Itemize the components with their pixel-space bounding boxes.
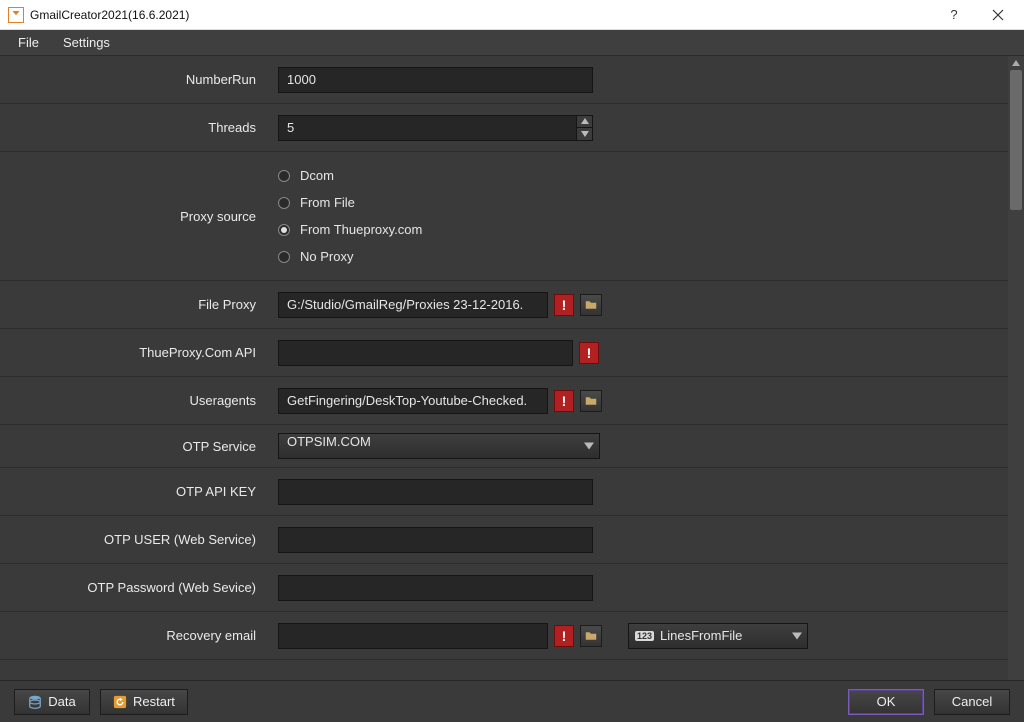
label-recovery-email: Recovery email bbox=[0, 628, 268, 643]
proxy-option-from-thueproxy[interactable]: From Thueproxy.com bbox=[278, 222, 608, 237]
row-file-proxy: File Proxy ! bbox=[0, 281, 1024, 329]
menubar: File Settings bbox=[0, 30, 1024, 56]
scroll-up-icon[interactable] bbox=[1008, 56, 1024, 70]
row-otp-service: OTP Service OTPSIM.COM bbox=[0, 425, 1024, 468]
folder-icon bbox=[585, 630, 597, 642]
row-proxy-source: Proxy source Dcom From File From Thuepro… bbox=[0, 152, 1024, 281]
close-icon bbox=[992, 9, 1004, 21]
proxy-option-no-proxy[interactable]: No Proxy bbox=[278, 249, 608, 264]
combo-label: LinesFromFile bbox=[660, 628, 742, 643]
row-otp-user: OTP USER (Web Service) bbox=[0, 516, 1024, 564]
row-recovery-email: Recovery email ! 123 LinesFromFile bbox=[0, 612, 1024, 660]
row-otp-password: OTP Password (Web Sevice) bbox=[0, 564, 1024, 612]
recovery-email-input[interactable] bbox=[278, 623, 548, 649]
useragents-browse-button[interactable] bbox=[580, 390, 602, 412]
threads-spin-down[interactable] bbox=[576, 128, 592, 140]
otp-service-select[interactable]: OTPSIM.COM bbox=[278, 433, 600, 459]
thueproxy-api-input[interactable] bbox=[278, 340, 573, 366]
chevron-down-icon bbox=[584, 439, 594, 454]
menu-file[interactable]: File bbox=[8, 33, 49, 52]
cancel-button-label: Cancel bbox=[952, 694, 992, 709]
data-button[interactable]: Data bbox=[14, 689, 90, 715]
file-proxy-browse-button[interactable] bbox=[580, 294, 602, 316]
warning-icon[interactable]: ! bbox=[554, 294, 574, 316]
help-button[interactable]: ? bbox=[932, 0, 976, 30]
radio-icon bbox=[278, 197, 290, 209]
recovery-email-browse-button[interactable] bbox=[580, 625, 602, 647]
file-proxy-input[interactable] bbox=[278, 292, 548, 318]
vertical-scrollbar[interactable] bbox=[1008, 56, 1024, 680]
number-run-input[interactable] bbox=[278, 67, 593, 93]
row-useragents: Useragents ! bbox=[0, 377, 1024, 425]
restart-icon bbox=[113, 695, 127, 709]
ok-button[interactable]: OK bbox=[848, 689, 924, 715]
otp-user-input[interactable] bbox=[278, 527, 593, 553]
restart-button[interactable]: Restart bbox=[100, 689, 188, 715]
row-thueproxy-api: ThueProxy.Com API ! bbox=[0, 329, 1024, 377]
label-threads: Threads bbox=[0, 120, 268, 135]
radio-icon bbox=[278, 224, 290, 236]
warning-icon[interactable]: ! bbox=[554, 390, 574, 412]
scroll-region: NumberRun Threads bbox=[0, 56, 1024, 680]
threads-spin-up[interactable] bbox=[576, 116, 592, 129]
chevron-down-icon bbox=[792, 628, 802, 643]
row-threads: Threads bbox=[0, 104, 1024, 152]
label-otp-service: OTP Service bbox=[0, 439, 268, 454]
otp-service-value: OTPSIM.COM bbox=[278, 433, 600, 459]
menu-settings[interactable]: Settings bbox=[53, 33, 120, 52]
folder-icon bbox=[585, 395, 597, 407]
scrollbar-thumb[interactable] bbox=[1010, 70, 1022, 210]
proxy-option-from-file[interactable]: From File bbox=[278, 195, 608, 210]
label-otp-api-key: OTP API KEY bbox=[0, 484, 268, 499]
restart-button-label: Restart bbox=[133, 694, 175, 709]
close-button[interactable] bbox=[976, 0, 1020, 30]
chevron-down-icon bbox=[581, 131, 589, 137]
folder-icon bbox=[585, 299, 597, 311]
radio-icon bbox=[278, 170, 290, 182]
label-otp-user: OTP USER (Web Service) bbox=[0, 532, 268, 547]
row-otp-api-key: OTP API KEY bbox=[0, 468, 1024, 516]
database-icon bbox=[28, 695, 42, 709]
titlebar: GmailCreator2021(16.6.2021) ? bbox=[0, 0, 1024, 30]
label-proxy-source: Proxy source bbox=[0, 152, 268, 280]
label-file-proxy: File Proxy bbox=[0, 297, 268, 312]
chevron-up-icon bbox=[581, 118, 589, 124]
label-useragents: Useragents bbox=[0, 393, 268, 408]
radio-label: From Thueproxy.com bbox=[300, 222, 422, 237]
combo-badge: 123 bbox=[635, 631, 654, 641]
client-area: NumberRun Threads bbox=[0, 56, 1024, 680]
proxy-option-dcom[interactable]: Dcom bbox=[278, 168, 608, 183]
radio-icon bbox=[278, 251, 290, 263]
label-number-run: NumberRun bbox=[0, 72, 268, 87]
recovery-source-combo[interactable]: 123 LinesFromFile bbox=[628, 623, 808, 649]
useragents-input[interactable] bbox=[278, 388, 548, 414]
footer: Data Restart OK Cancel bbox=[0, 680, 1024, 722]
ok-button-label: OK bbox=[877, 694, 896, 709]
otp-api-key-input[interactable] bbox=[278, 479, 593, 505]
window-title: GmailCreator2021(16.6.2021) bbox=[30, 8, 189, 22]
row-number-run: NumberRun bbox=[0, 56, 1024, 104]
threads-input[interactable] bbox=[278, 115, 593, 141]
label-otp-password: OTP Password (Web Sevice) bbox=[0, 580, 268, 595]
otp-password-input[interactable] bbox=[278, 575, 593, 601]
warning-icon[interactable]: ! bbox=[579, 342, 599, 364]
app-icon bbox=[8, 7, 24, 23]
radio-label: No Proxy bbox=[300, 249, 353, 264]
radio-label: From File bbox=[300, 195, 355, 210]
form: NumberRun Threads bbox=[0, 56, 1024, 660]
warning-icon[interactable]: ! bbox=[554, 625, 574, 647]
threads-spinner-buttons[interactable] bbox=[576, 116, 592, 140]
cancel-button[interactable]: Cancel bbox=[934, 689, 1010, 715]
radio-label: Dcom bbox=[300, 168, 334, 183]
label-thueproxy-api: ThueProxy.Com API bbox=[0, 345, 268, 360]
data-button-label: Data bbox=[48, 694, 75, 709]
proxy-source-radio-group: Dcom From File From Thueproxy.com No Pro… bbox=[268, 152, 618, 280]
